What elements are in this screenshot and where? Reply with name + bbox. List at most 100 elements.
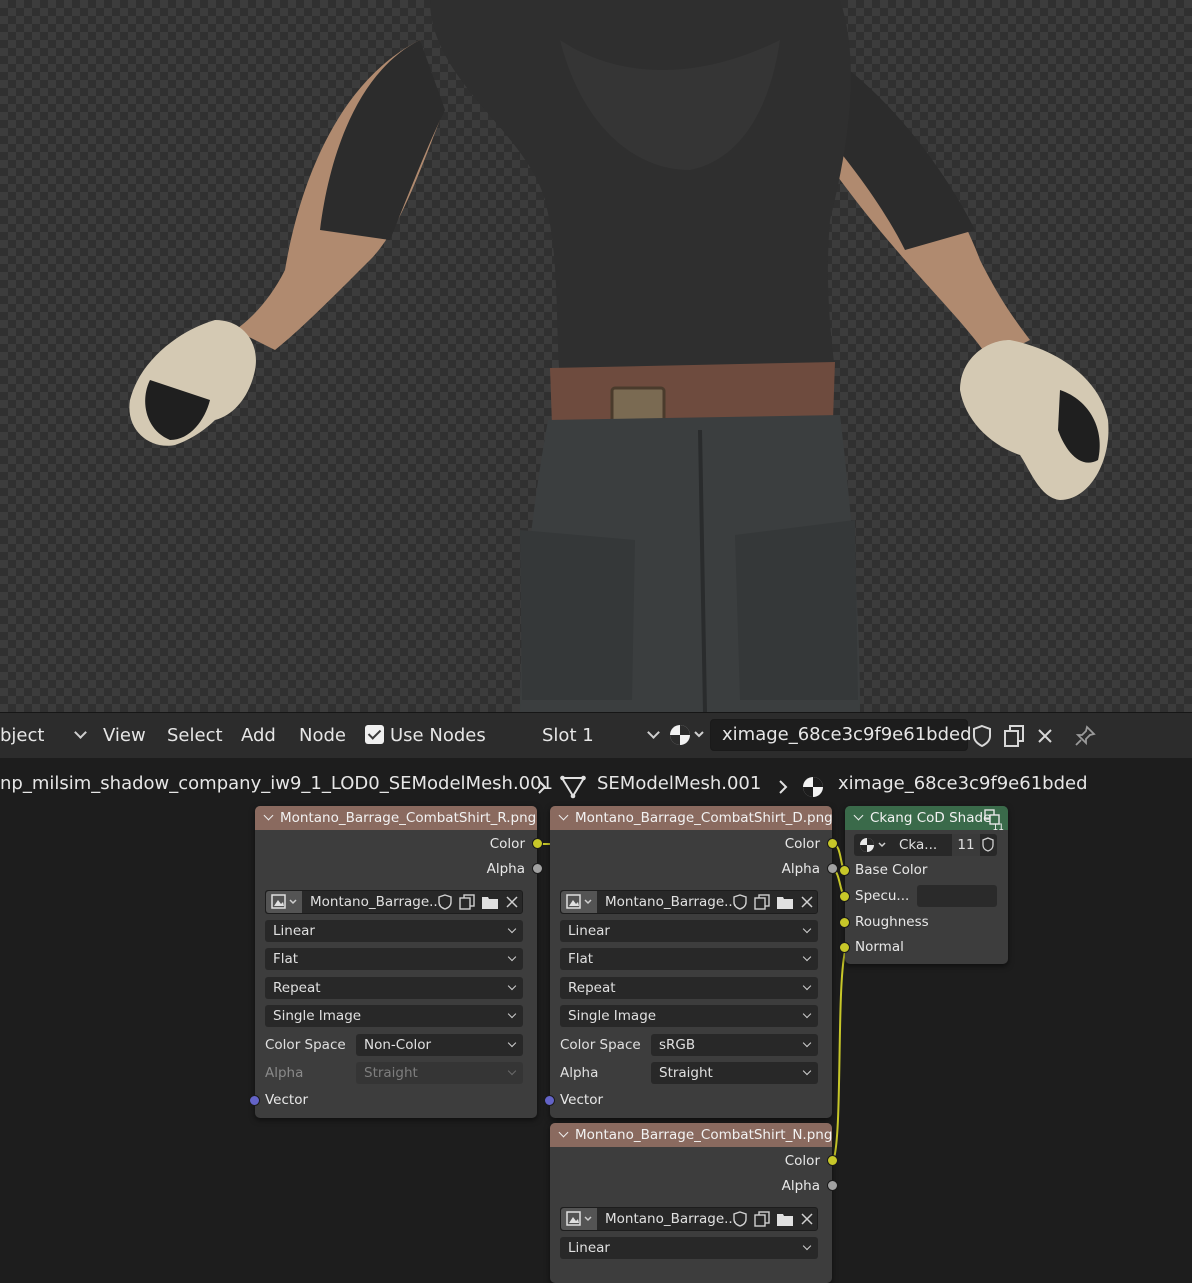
unlink-material-button[interactable] [1030, 721, 1060, 751]
source-dropdown[interactable]: Single Image [560, 1005, 818, 1027]
duplicate-material-button[interactable] [999, 721, 1029, 751]
node-canvas[interactable]: np_milsim_shadow_company_iw9_1_LOD0_SEMo… [0, 758, 1192, 1283]
chevron-down-icon [507, 924, 517, 934]
3d-viewport[interactable] [0, 0, 1192, 712]
image-browse-button[interactable] [561, 891, 597, 913]
node-header[interactable]: Ckang CoD Shader 11 [845, 806, 1008, 830]
duplicate-icon[interactable] [753, 893, 771, 911]
group-datablock-selector[interactable]: Cka... 11 [854, 834, 997, 856]
input-vector-socket[interactable] [249, 1095, 260, 1106]
material-browse-button[interactable] [668, 722, 704, 756]
chevron-right-icon [779, 780, 788, 794]
specular-color-swatch[interactable] [917, 885, 997, 907]
extension-dropdown[interactable]: Repeat [265, 977, 523, 999]
chevron-down-icon [802, 1038, 812, 1048]
object-type-dropdown[interactable]: bject [0, 723, 88, 749]
node-tree-icon[interactable] [858, 836, 890, 854]
shader-group-node[interactable]: Ckang CoD Shader 11 Cka... 11 Base Color… [839, 806, 1008, 964]
interpolation-dropdown[interactable]: Linear [560, 920, 818, 942]
chevron-down-icon [74, 726, 88, 739]
image-texture-node-d[interactable]: Montano_Barrage_CombatShirt_D.png Color … [544, 806, 838, 1118]
input-vector-socket[interactable] [544, 1095, 555, 1106]
node-header[interactable]: Montano_Barrage_CombatShirt_R.png [255, 806, 537, 830]
collapse-icon[interactable] [558, 1127, 569, 1138]
folder-icon[interactable] [481, 894, 499, 910]
folder-icon[interactable] [776, 894, 794, 910]
chevron-down-icon [507, 1009, 517, 1019]
chevron-down-icon [802, 1066, 812, 1076]
projection-dropdown[interactable]: Flat [560, 948, 818, 970]
pin-button[interactable] [1070, 721, 1100, 751]
output-alpha-socket[interactable] [827, 863, 838, 874]
output-alpha-socket[interactable] [827, 1180, 838, 1191]
collapse-icon[interactable] [558, 810, 569, 821]
close-icon[interactable] [799, 1211, 815, 1227]
image-icon [271, 894, 297, 909]
interpolation-dropdown[interactable]: Linear [560, 1237, 818, 1259]
input-normal-socket[interactable] [839, 942, 850, 953]
shield-icon[interactable] [732, 1210, 748, 1228]
material-sphere-icon [670, 725, 704, 745]
input-base-color-label: Base Color [855, 862, 928, 878]
input-vector-label: Vector [265, 1092, 309, 1108]
output-color-socket[interactable] [827, 838, 838, 849]
folder-icon[interactable] [776, 1211, 794, 1227]
output-alpha-socket[interactable] [532, 863, 543, 874]
alpha-mode-dropdown[interactable]: Straight [651, 1062, 818, 1084]
projection-dropdown[interactable]: Flat [265, 948, 523, 970]
chevron-down-icon [507, 1066, 517, 1076]
image-texture-node-n[interactable]: Montano_Barrage_CombatShirt_N.png Color … [550, 1123, 838, 1283]
close-icon[interactable] [799, 894, 815, 910]
breadcrumb-object: np_milsim_shadow_company_iw9_1_LOD0_SEMo… [0, 773, 554, 794]
extension-dropdown[interactable]: Repeat [560, 977, 818, 999]
duplicate-icon[interactable] [753, 1210, 771, 1228]
image-browse-button[interactable] [561, 1208, 597, 1230]
image-texture-node-r[interactable]: Montano_Barrage_CombatShirt_R.png Color … [249, 806, 543, 1118]
shield-icon[interactable] [732, 893, 748, 911]
chevron-down-icon [802, 952, 812, 962]
duplicate-icon[interactable] [458, 893, 476, 911]
input-specular-socket[interactable] [839, 891, 850, 902]
alpha-mode-label: Alpha [265, 1065, 304, 1081]
use-nodes-toggle[interactable]: Use Nodes [365, 723, 486, 749]
close-icon[interactable] [504, 894, 520, 910]
color-space-dropdown[interactable]: Non-Color [356, 1034, 523, 1056]
image-name: Montano_Barrage... [310, 894, 443, 910]
output-alpha-label: Alpha [781, 1178, 820, 1194]
node-header[interactable]: Montano_Barrage_CombatShirt_D.png [550, 806, 832, 830]
menu-add[interactable]: Add [241, 723, 276, 749]
image-datablock-selector[interactable]: Montano_Barrage... [560, 890, 818, 914]
interpolation-dropdown[interactable]: Linear [265, 920, 523, 942]
input-specular-label: Specu... [855, 888, 910, 904]
menu-node[interactable]: Node [299, 723, 346, 749]
menu-select[interactable]: Select [167, 723, 223, 749]
collapse-icon[interactable] [263, 810, 274, 821]
fake-user-button[interactable] [967, 721, 997, 751]
color-space-dropdown[interactable]: sRGB [651, 1034, 818, 1056]
alpha-mode-label: Alpha [560, 1065, 599, 1081]
collapse-icon[interactable] [853, 810, 864, 821]
shield-icon[interactable] [981, 837, 995, 853]
output-color-label: Color [489, 836, 525, 852]
image-name: Montano_Barrage... [605, 1211, 738, 1227]
input-base-color-socket[interactable] [839, 865, 850, 876]
output-color-socket[interactable] [827, 1155, 838, 1166]
chevron-down-icon [507, 952, 517, 962]
shield-icon [973, 724, 991, 748]
shield-icon[interactable] [437, 893, 453, 911]
image-icon [566, 1211, 592, 1226]
material-name-field[interactable]: ximage_68ce3c9f9e61bded [710, 719, 972, 751]
image-browse-button[interactable] [266, 891, 302, 913]
image-datablock-selector[interactable]: Montano_Barrage... [265, 890, 523, 914]
close-icon [1038, 729, 1052, 743]
node-header[interactable]: Montano_Barrage_CombatShirt_N.png [550, 1123, 832, 1147]
chevron-down-icon [647, 726, 661, 739]
slot-dropdown[interactable]: Slot 1 [542, 723, 661, 749]
input-roughness-socket[interactable] [839, 917, 850, 928]
output-color-socket[interactable] [532, 838, 543, 849]
input-vector-label: Vector [560, 1092, 604, 1108]
user-count[interactable]: 11 [952, 834, 980, 856]
image-datablock-selector[interactable]: Montano_Barrage... [560, 1207, 818, 1231]
menu-view[interactable]: View [103, 723, 146, 749]
source-dropdown[interactable]: Single Image [265, 1005, 523, 1027]
